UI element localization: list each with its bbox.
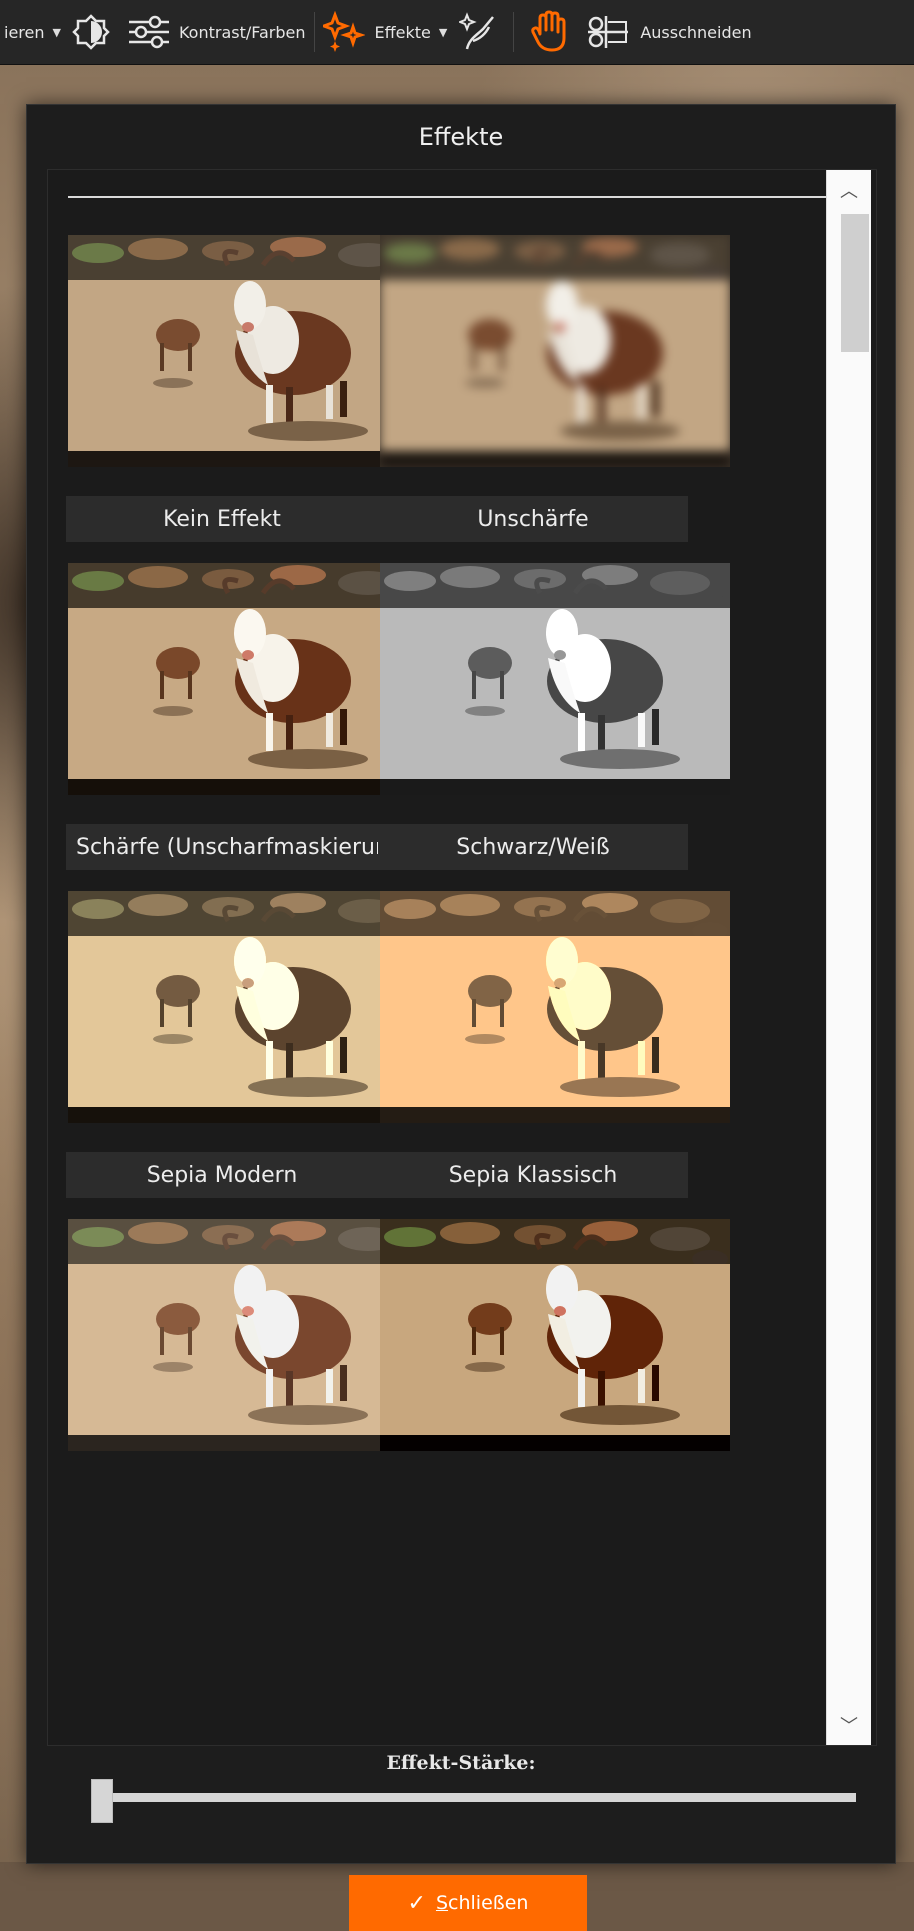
scroll-down-icon[interactable]: ﹀ bbox=[827, 1705, 871, 1745]
effect-strength-label: Effekt-Stärke: bbox=[386, 1752, 536, 1774]
cut-out-button[interactable]: Ausschneiden bbox=[586, 0, 752, 64]
scissors-icon bbox=[586, 12, 630, 52]
toolbar-item-label: ieren bbox=[4, 22, 45, 42]
effects-dialog: Effekte Kein Effekt Unschärfe Schärfe (Uns… bbox=[26, 104, 896, 1931]
effect-label[interactable]: Unschärfe bbox=[378, 496, 688, 542]
toolbar-divider bbox=[513, 12, 515, 52]
close-button[interactable]: ✓ Schließen bbox=[349, 1875, 587, 1931]
effect-thumbnail[interactable] bbox=[380, 891, 730, 1123]
effect-thumbnail[interactable] bbox=[68, 563, 418, 795]
effects-grid[interactable]: Kein Effekt Unschärfe Schärfe (Unscharfmas… bbox=[48, 170, 826, 1745]
effect-label[interactable]: Schärfe (Unscharfmaskierun... bbox=[66, 824, 378, 870]
effect-label[interactable]: Kein Effekt bbox=[66, 496, 378, 542]
list-top-divider bbox=[68, 196, 826, 198]
effect-thumbnail[interactable] bbox=[68, 235, 418, 467]
effect-label[interactable]: Schwarz/Weiß bbox=[378, 824, 688, 870]
toolbar-item-partial[interactable]: ieren ▼ bbox=[4, 0, 69, 64]
checkmark-icon: ✓ bbox=[407, 1890, 426, 1916]
close-button-mnemonic: S bbox=[435, 1892, 449, 1914]
effect-label[interactable]: Sepia Modern bbox=[66, 1152, 378, 1198]
vertical-scrollbar[interactable]: ︿ ﹀ bbox=[826, 170, 871, 1745]
contrast-colors-label: Kontrast/Farben bbox=[178, 22, 306, 42]
dialog-title: Effekte bbox=[418, 123, 504, 151]
effect-thumbnail[interactable] bbox=[68, 1219, 418, 1451]
sparkle-icon bbox=[322, 11, 365, 53]
chevron-down-icon[interactable]: ▼ bbox=[53, 26, 61, 39]
effects-button[interactable]: Effekte ▼ bbox=[322, 0, 456, 64]
effect-thumbnail[interactable] bbox=[380, 1219, 730, 1451]
effect-thumbnail[interactable] bbox=[380, 235, 730, 467]
effects-list: Kein Effekt Unschärfe Schärfe (Unscharfmas… bbox=[47, 169, 877, 1746]
effect-label[interactable]: Sepia Klassisch bbox=[378, 1152, 688, 1198]
sliders-icon bbox=[127, 14, 171, 50]
effect-thumbnail[interactable] bbox=[380, 563, 730, 795]
top-toolbar: ieren ▼ Kontrast/Farben Effekte ▼ Aussch… bbox=[0, 0, 914, 65]
toolbar-divider bbox=[313, 12, 315, 52]
cut-out-label: Ausschneiden bbox=[640, 22, 752, 42]
hand-icon[interactable] bbox=[522, 0, 578, 64]
effect-strength-slider-track[interactable] bbox=[99, 1793, 856, 1802]
contrast-colors-button[interactable]: Kontrast/Farben bbox=[127, 0, 306, 64]
effect-strength-slider-handle[interactable] bbox=[91, 1779, 113, 1823]
close-button-label: chließen bbox=[448, 1892, 529, 1914]
brightness-icon[interactable] bbox=[69, 0, 113, 64]
chevron-down-icon[interactable]: ▼ bbox=[439, 26, 447, 39]
effect-thumbnail[interactable] bbox=[68, 891, 418, 1123]
magic-brush-icon[interactable] bbox=[455, 0, 505, 64]
effects-label: Effekte bbox=[374, 22, 431, 42]
scrollbar-thumb[interactable] bbox=[841, 214, 869, 352]
scroll-up-icon[interactable]: ︿ bbox=[827, 170, 871, 210]
